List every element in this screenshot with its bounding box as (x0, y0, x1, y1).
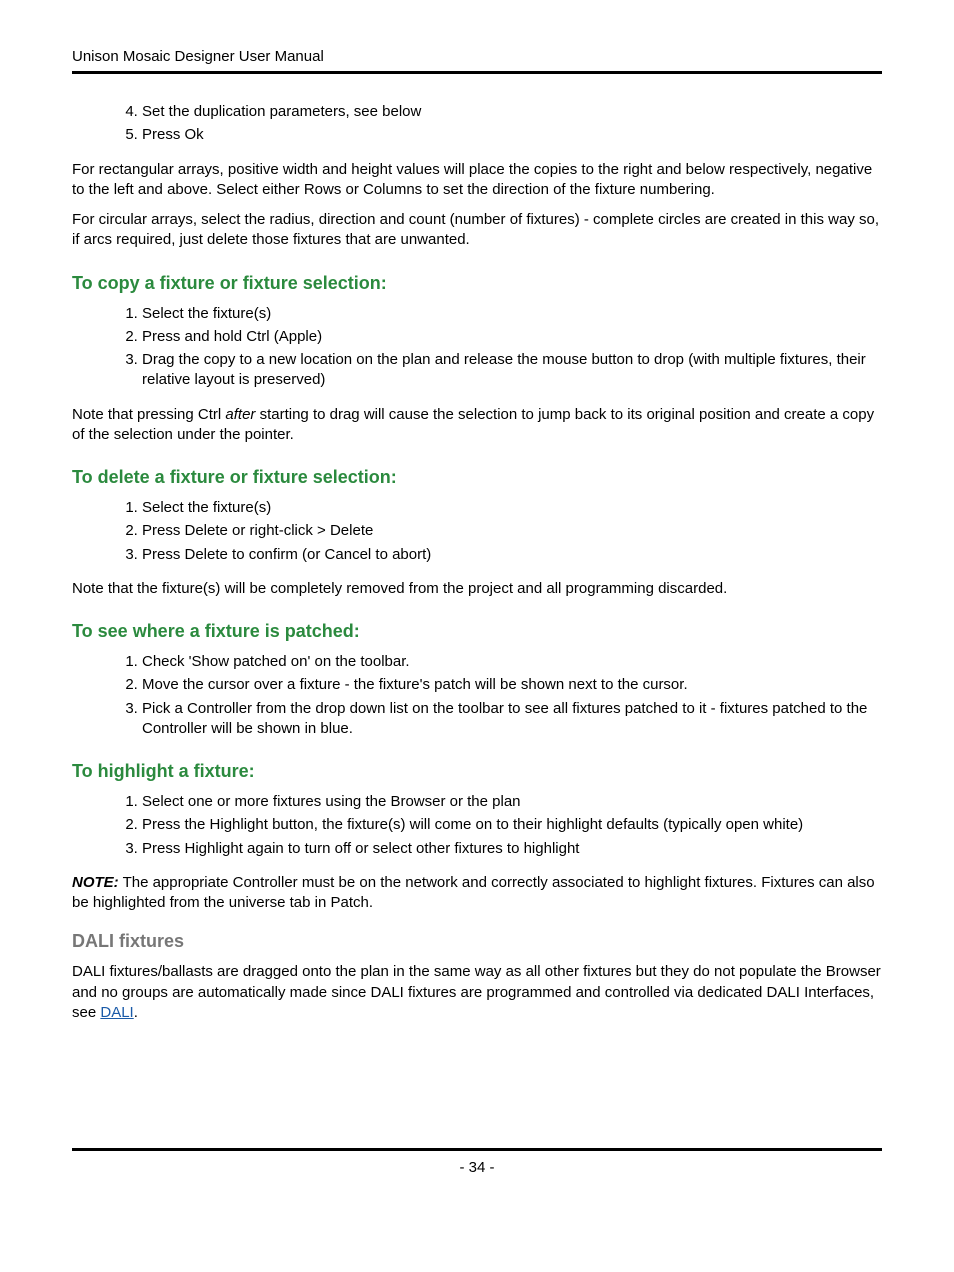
paragraph-circular: For circular arrays, select the radius, … (72, 210, 882, 251)
paragraph-rectangular: For rectangular arrays, positive width a… (72, 160, 882, 201)
note-label: NOTE: (72, 874, 119, 891)
list-item: Press Delete or right-click > Delete (142, 521, 882, 541)
intro-list: Set the duplication parameters, see belo… (72, 102, 882, 146)
list-item: Pick a Controller from the drop down lis… (142, 699, 882, 740)
list-item: Press and hold Ctrl (Apple) (142, 327, 882, 347)
list-item: Set the duplication parameters, see belo… (142, 102, 882, 122)
heading-patched: To see where a fixture is patched: (72, 621, 882, 642)
text: DALI fixtures/ballasts are dragged onto … (72, 963, 881, 1021)
paragraph-highlight-note: NOTE: The appropriate Controller must be… (72, 873, 882, 914)
list-item: Drag the copy to a new location on the p… (142, 350, 882, 391)
list-item: Move the cursor over a fixture - the fix… (142, 675, 882, 695)
list-item: Press the Highlight button, the fixture(… (142, 815, 882, 835)
list-item: Press Highlight again to turn off or sel… (142, 839, 882, 859)
heading-highlight: To highlight a fixture: (72, 761, 882, 782)
paragraph-delete-note: Note that the fixture(s) will be complet… (72, 579, 882, 599)
header-rule (72, 71, 882, 74)
italic-text: after (225, 406, 255, 423)
text: Note that pressing Ctrl (72, 406, 225, 423)
patched-list: Check 'Show patched on' on the toolbar. … (72, 652, 882, 739)
note-text: The appropriate Controller must be on th… (72, 874, 875, 911)
content-area: Unison Mosaic Designer User Manual Set t… (72, 48, 882, 1148)
highlight-list: Select one or more fixtures using the Br… (72, 792, 882, 859)
heading-delete: To delete a fixture or fixture selection… (72, 467, 882, 488)
paragraph-dali: DALI fixtures/ballasts are dragged onto … (72, 962, 882, 1023)
text: . (134, 1004, 138, 1021)
heading-copy: To copy a fixture or fixture selection: (72, 273, 882, 294)
list-item: Select one or more fixtures using the Br… (142, 792, 882, 812)
list-item: Select the fixture(s) (142, 304, 882, 324)
list-item: Check 'Show patched on' on the toolbar. (142, 652, 882, 672)
list-item: Press Delete to confirm (or Cancel to ab… (142, 545, 882, 565)
page-container: Unison Mosaic Designer User Manual Set t… (0, 0, 954, 1272)
delete-list: Select the fixture(s) Press Delete or ri… (72, 498, 882, 565)
paragraph-copy-note: Note that pressing Ctrl after starting t… (72, 405, 882, 446)
header-title: Unison Mosaic Designer User Manual (72, 48, 882, 65)
list-item: Press Ok (142, 125, 882, 145)
copy-list: Select the fixture(s) Press and hold Ctr… (72, 304, 882, 391)
list-item: Select the fixture(s) (142, 498, 882, 518)
heading-dali: DALI fixtures (72, 931, 882, 952)
page-number: - 34 - (72, 1151, 882, 1176)
dali-link[interactable]: DALI (100, 1004, 133, 1021)
